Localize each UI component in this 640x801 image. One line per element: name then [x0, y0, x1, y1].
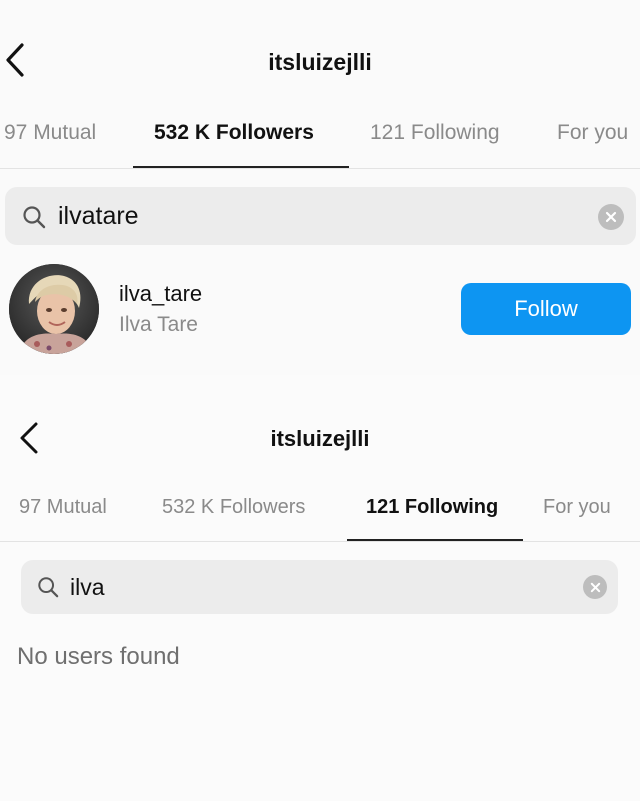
tab-mutual[interactable]: 97 Mutual: [4, 121, 96, 145]
tabs-divider: [0, 541, 640, 542]
page-title: itsluizejlli: [270, 426, 370, 451]
tab-mutual[interactable]: 97 Mutual: [19, 496, 107, 519]
following-screen: itsluizejlli 97 Mutual 532 K Followers 1…: [0, 375, 640, 801]
tab-following[interactable]: 121 Following: [370, 121, 500, 145]
follow-button[interactable]: Follow: [461, 283, 631, 335]
tab-for-you[interactable]: For you: [557, 121, 628, 145]
search-bar[interactable]: [5, 187, 636, 245]
header: itsluizejlli: [0, 415, 640, 465]
result-username[interactable]: ilva_tare: [119, 281, 202, 307]
avatar[interactable]: [9, 264, 99, 354]
search-input[interactable]: [58, 200, 578, 232]
clear-search-icon[interactable]: [598, 204, 624, 230]
search-bar[interactable]: [21, 560, 618, 614]
tabs-divider: [0, 168, 640, 169]
result-full-name: Ilva Tare: [119, 313, 198, 336]
followers-screen: itsluizejlli 97 Mutual 532 K Followers 1…: [0, 0, 640, 375]
tab-following[interactable]: 121 Following: [366, 496, 498, 519]
no-results-message: No users found: [17, 643, 180, 670]
search-input[interactable]: [70, 572, 550, 602]
search-icon: [37, 576, 59, 603]
search-icon: [22, 205, 46, 234]
tab-followers[interactable]: 532 K Followers: [154, 121, 314, 145]
header: itsluizejlli: [0, 36, 640, 86]
tab-followers[interactable]: 532 K Followers: [162, 496, 305, 519]
page-title: itsluizejlli: [268, 49, 372, 75]
tab-for-you[interactable]: For you: [543, 496, 611, 519]
user-result-row[interactable]: ilva_tare Ilva Tare Follow: [0, 262, 640, 358]
clear-search-icon[interactable]: [583, 575, 607, 599]
